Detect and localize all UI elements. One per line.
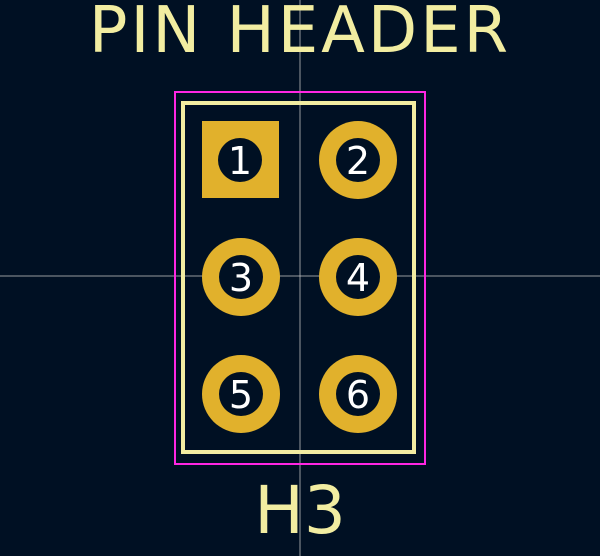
footprint-value-label[interactable]: PIN HEADER	[0, 0, 600, 64]
footprint-reference-label[interactable]: H3	[0, 476, 600, 546]
pad-2-number: 2	[346, 139, 370, 183]
pad-5[interactable]: 5	[202, 355, 280, 433]
pad-2[interactable]: 2	[319, 121, 397, 199]
pad-5-number: 5	[229, 373, 253, 417]
footprint-canvas[interactable]: 1 2 3 4 5 6 PIN HEADER H3	[0, 0, 600, 556]
pad-1-number: 1	[228, 139, 252, 183]
pad-6[interactable]: 6	[319, 355, 397, 433]
pad-3[interactable]: 3	[202, 238, 280, 316]
pad-3-number: 3	[229, 256, 253, 300]
pad-4[interactable]: 4	[319, 238, 397, 316]
pad-6-number: 6	[346, 373, 370, 417]
pad-1[interactable]: 1	[202, 121, 279, 198]
pad-4-number: 4	[346, 256, 370, 300]
